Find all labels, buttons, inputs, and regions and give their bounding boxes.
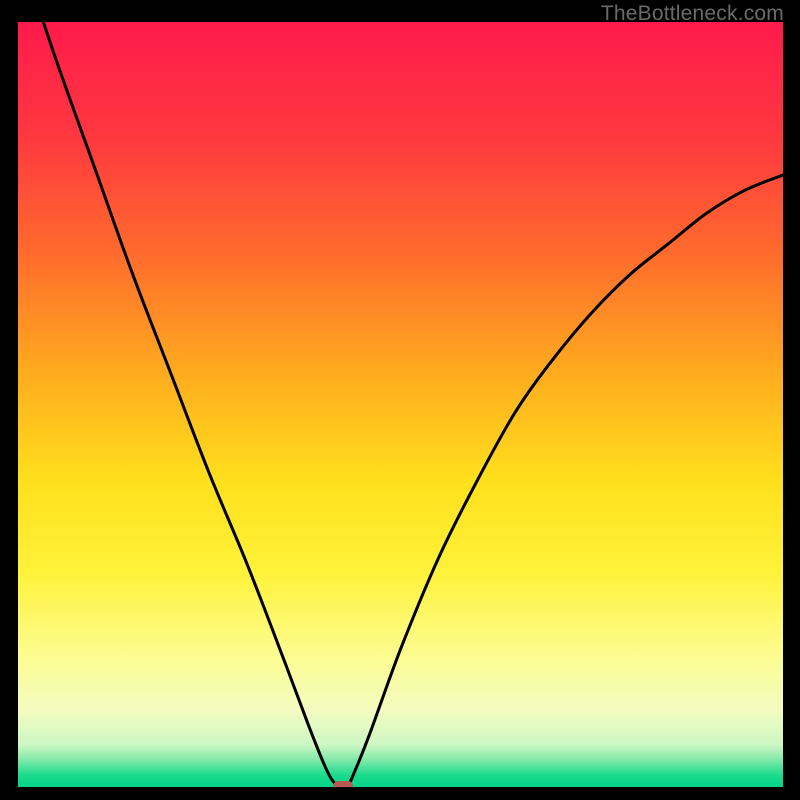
- watermark-text: TheBottleneck.com: [601, 2, 784, 26]
- gradient-background: [18, 22, 783, 787]
- chart-frame: [18, 22, 783, 787]
- optimal-marker: [333, 781, 353, 787]
- bottleneck-chart: [18, 22, 783, 787]
